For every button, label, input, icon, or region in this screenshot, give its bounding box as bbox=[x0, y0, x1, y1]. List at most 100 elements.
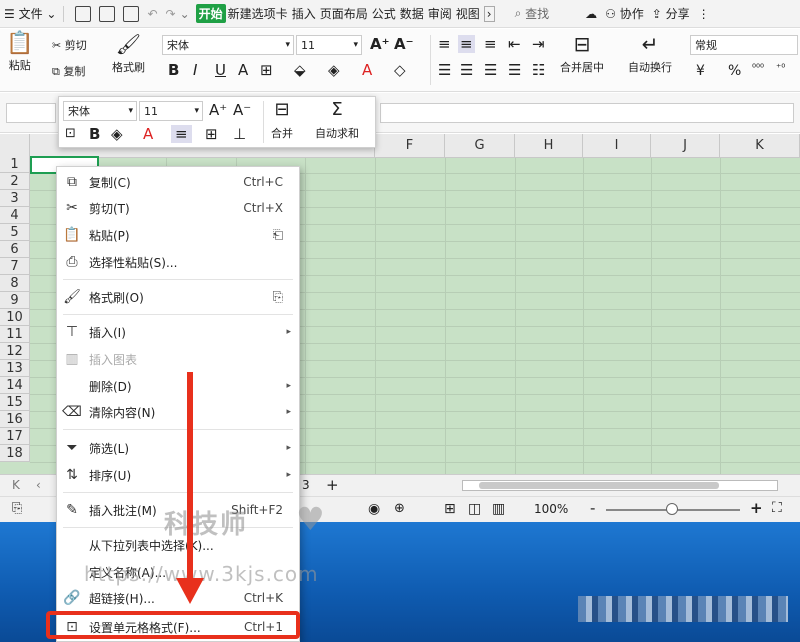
search-box[interactable]: ⌕ 查找 bbox=[511, 0, 554, 28]
mini-autosum-button[interactable]: Σ 自动求和 bbox=[315, 101, 359, 141]
row-header[interactable]: 18 bbox=[0, 445, 30, 462]
column-header-h[interactable]: H bbox=[515, 134, 583, 158]
row-header[interactable]: 9 bbox=[0, 292, 30, 309]
row-header[interactable]: 7 bbox=[0, 258, 30, 275]
column-header-g[interactable]: G bbox=[445, 134, 515, 158]
column-header-f[interactable]: F bbox=[375, 134, 445, 158]
macro-icon[interactable]: ⎘ bbox=[12, 501, 22, 516]
align-center-icon[interactable]: ≡ bbox=[171, 125, 192, 143]
row-header[interactable]: 1 bbox=[0, 156, 30, 173]
menu-item-clear[interactable]: ⌫ 清除内容(N) ▸ bbox=[57, 399, 299, 425]
justify-icon[interactable]: ☰ bbox=[508, 61, 521, 79]
column-header-i[interactable]: I bbox=[583, 134, 651, 158]
highlight-icon[interactable]: ◈ bbox=[328, 61, 340, 79]
tab-review[interactable]: 审阅 bbox=[428, 5, 452, 22]
zoom-out-button[interactable]: - bbox=[590, 499, 595, 517]
cut-button[interactable]: ✂ 剪切 bbox=[52, 37, 87, 53]
border-icon[interactable]: ⊞ bbox=[205, 125, 218, 143]
format-painter-option-icon[interactable]: ⎘ bbox=[273, 290, 283, 305]
fill-color-icon[interactable]: ⬙ bbox=[294, 61, 306, 79]
decimal-icon[interactable]: ⁺⁰ bbox=[776, 63, 785, 74]
merge-center-button[interactable]: ⊟ 合并居中 bbox=[560, 34, 604, 75]
row-header[interactable]: 8 bbox=[0, 275, 30, 292]
corner-cell[interactable] bbox=[0, 134, 30, 158]
mini-font-name-select[interactable]: 宋体 ▾ bbox=[63, 101, 137, 121]
menu-item-cut[interactable]: ✂ 剪切(T) Ctrl+X bbox=[57, 195, 299, 221]
grow-font-icon[interactable]: A⁺ bbox=[209, 101, 227, 119]
formula-input[interactable] bbox=[380, 103, 794, 123]
font-name-select[interactable]: 宋体 ▾ bbox=[162, 35, 294, 55]
paste-option-icon[interactable]: ⎗ bbox=[273, 228, 283, 243]
row-header[interactable]: 2 bbox=[0, 173, 30, 190]
menu-item-paste[interactable]: 📋 粘贴(P) ⎗ bbox=[57, 222, 299, 248]
menu-item-insert[interactable]: ⊤ 插入(I) ▸ bbox=[57, 319, 299, 345]
row-header[interactable]: 15 bbox=[0, 394, 30, 411]
fill-color-icon[interactable]: ◈ bbox=[111, 125, 123, 143]
horizontal-scrollbar[interactable] bbox=[462, 480, 778, 491]
fullscreen-icon[interactable]: ⛶ bbox=[772, 500, 782, 516]
row-header[interactable]: 6 bbox=[0, 241, 30, 258]
file-menu[interactable]: ☰ 文件 ⌄ bbox=[0, 0, 60, 28]
row-header[interactable]: 16 bbox=[0, 411, 30, 428]
menu-item-paste-special[interactable]: ⎙ 选择性粘贴(S)... bbox=[57, 249, 299, 275]
row-header[interactable]: 14 bbox=[0, 377, 30, 394]
strikethrough-icon[interactable]: A bbox=[238, 61, 248, 79]
align-left-icon[interactable]: ☰ bbox=[438, 61, 451, 79]
zoom-in-button[interactable]: + bbox=[750, 499, 763, 517]
cloud-icon[interactable]: ☁ bbox=[581, 0, 601, 28]
column-header-j[interactable]: J bbox=[651, 134, 720, 158]
menu-item-sort[interactable]: ⇅ 排序(U) ▸ bbox=[57, 462, 299, 488]
bold-icon[interactable]: B bbox=[168, 61, 179, 79]
distribute-icon[interactable]: ☷ bbox=[532, 61, 545, 79]
shrink-font-icon[interactable]: A⁻ bbox=[233, 101, 251, 119]
clear-format-icon[interactable]: ◇ bbox=[394, 61, 406, 79]
mini-font-size-select[interactable]: 11 ▾ bbox=[139, 101, 203, 121]
eye-protect-icon[interactable]: ◉ bbox=[368, 501, 380, 517]
menu-item-format-painter[interactable]: 🖌 格式刷(O) ⎘ bbox=[57, 284, 299, 310]
font-color-icon[interactable]: A bbox=[143, 125, 153, 143]
align-top-icon[interactable]: ≡ bbox=[438, 35, 451, 53]
tab-new[interactable]: 新建选项卡 bbox=[228, 5, 288, 22]
name-box[interactable] bbox=[6, 103, 56, 123]
font-color-icon[interactable]: A bbox=[362, 61, 372, 79]
mini-merge-button[interactable]: ⊟ 合并 bbox=[271, 101, 293, 141]
tab-home[interactable]: 开始 bbox=[195, 4, 226, 23]
collab-button[interactable]: ⚇ 协作 bbox=[601, 0, 648, 28]
chevron-right-icon[interactable]: › bbox=[483, 5, 495, 22]
view-mode-icon[interactable]: ⊕ bbox=[394, 501, 405, 516]
percent-button[interactable]: % bbox=[728, 63, 741, 79]
print-icon[interactable] bbox=[99, 5, 116, 22]
format-cells-icon[interactable]: ⊡ bbox=[65, 125, 76, 143]
copy-button[interactable]: ⧉ 复制 bbox=[52, 63, 85, 79]
zoom-level[interactable]: 100% bbox=[534, 502, 568, 516]
row-header[interactable]: 13 bbox=[0, 360, 30, 377]
scrollbar-thumb[interactable] bbox=[479, 482, 719, 489]
add-sheet-button[interactable]: + bbox=[326, 476, 339, 494]
row-header[interactable]: 11 bbox=[0, 326, 30, 343]
row-header[interactable]: 3 bbox=[0, 190, 30, 207]
prev-sheet-icon[interactable]: ‹ bbox=[36, 478, 41, 492]
align-middle-icon[interactable]: ≡ bbox=[458, 35, 475, 53]
row-header[interactable]: 17 bbox=[0, 428, 30, 445]
shrink-font-icon[interactable]: A⁻ bbox=[394, 35, 414, 53]
indent-decrease-icon[interactable]: ⇤ bbox=[508, 35, 521, 53]
tab-view[interactable]: 视图 bbox=[456, 5, 480, 22]
page-layout-icon[interactable]: ◫ bbox=[468, 501, 481, 517]
zoom-slider-handle[interactable] bbox=[666, 503, 678, 515]
sheet-tab[interactable]: 3 bbox=[302, 478, 310, 492]
thousands-icon[interactable]: ⁰⁰⁰ bbox=[752, 63, 764, 74]
indent-increase-icon[interactable]: ⇥ bbox=[532, 35, 545, 53]
number-format-select[interactable]: 常规 bbox=[690, 35, 798, 55]
paste-button[interactable]: 📋 粘贴 bbox=[6, 33, 33, 73]
row-header[interactable]: 5 bbox=[0, 224, 30, 241]
format-painter-button[interactable]: 🖌 格式刷 bbox=[112, 34, 145, 75]
border-icon[interactable]: ⊞ bbox=[260, 61, 273, 79]
align-center-icon[interactable]: ☰ bbox=[460, 61, 473, 79]
tab-page-layout[interactable]: 页面布局 bbox=[320, 5, 368, 22]
undo-icon[interactable]: ↶ bbox=[147, 7, 157, 21]
page-break-icon[interactable]: ▥ bbox=[492, 501, 505, 517]
tab-data[interactable]: 数据 bbox=[400, 5, 424, 22]
underline-icon[interactable]: U bbox=[215, 61, 226, 79]
normal-view-icon[interactable]: ⊞ bbox=[444, 501, 456, 517]
save-icon[interactable] bbox=[75, 5, 92, 22]
